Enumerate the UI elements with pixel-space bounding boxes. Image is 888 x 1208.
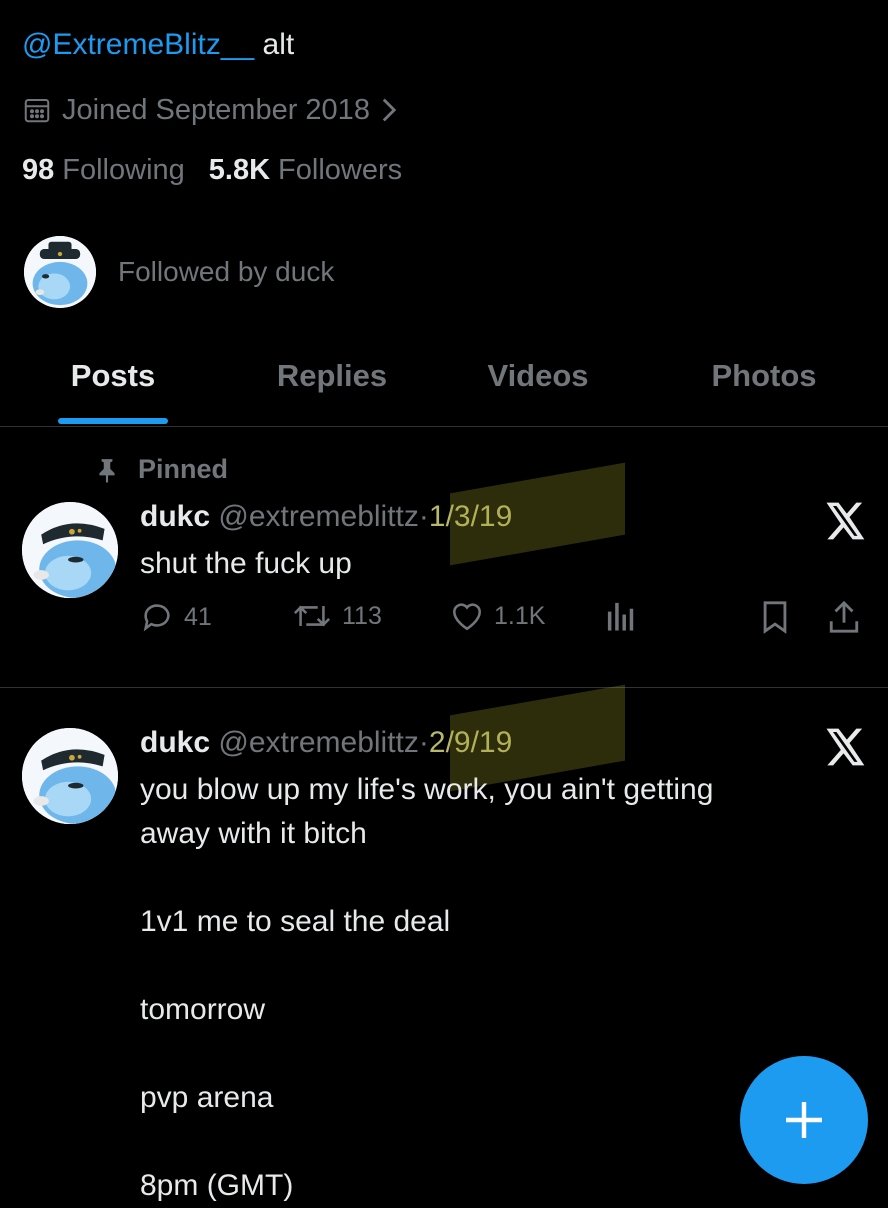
calendar-icon	[24, 99, 50, 123]
plus-icon	[786, 1102, 822, 1138]
analytics-icon	[607, 602, 634, 631]
repost-icon	[293, 605, 331, 627]
profile-tabs: Posts Replies Videos Photos	[0, 340, 888, 427]
tab-videos[interactable]: Videos	[487, 358, 588, 394]
joined-date[interactable]: Joined September 2018	[22, 90, 408, 130]
follow-stats: 98 Following 5.8K Followers	[22, 154, 402, 187]
like-count: 1.1K	[494, 601, 546, 630]
author-handle[interactable]: @extremeblittz	[218, 726, 419, 759]
following-count: 98	[22, 154, 55, 186]
chevron-right-icon	[382, 98, 397, 122]
heart-icon	[452, 603, 482, 631]
active-tab-indicator	[58, 418, 168, 424]
bio-text: alt	[254, 28, 295, 61]
tab-posts[interactable]: Posts	[71, 358, 155, 394]
bookmark-icon	[763, 601, 787, 634]
share-button[interactable]	[828, 600, 870, 634]
followers-count: 5.8K	[208, 154, 271, 186]
author-handle[interactable]: @extremeblittz	[218, 500, 419, 533]
post-divider	[0, 687, 888, 688]
followed-by-text: Followed by duck	[118, 256, 335, 287]
pinned-indicator: Pinned	[94, 454, 228, 485]
post-avatar[interactable]	[22, 728, 118, 824]
pinned-label: Pinned	[138, 454, 229, 484]
follower-avatar	[24, 236, 96, 308]
x-logo-icon[interactable]	[826, 502, 866, 545]
post-avatar[interactable]	[22, 502, 118, 598]
reply-count: 41	[184, 602, 212, 631]
views-button[interactable]	[606, 600, 646, 632]
followed-by-row[interactable]: Followed by duck	[24, 236, 334, 308]
profile-bio: @ExtremeBlitz__ alt	[22, 28, 294, 62]
repost-button[interactable]: 113	[292, 600, 382, 632]
separator-dot: ·	[418, 726, 429, 759]
author-name[interactable]: dukc	[140, 726, 210, 759]
followers-label: Followers	[278, 154, 403, 186]
pin-icon	[99, 458, 115, 483]
following-link[interactable]: 98 Following	[22, 154, 185, 187]
share-icon	[829, 600, 859, 633]
repost-count: 113	[342, 601, 382, 630]
bookmark-button[interactable]	[760, 600, 800, 634]
author-name[interactable]: dukc	[140, 500, 210, 533]
separator-dot: ·	[418, 500, 429, 533]
joined-label: Joined September 2018	[62, 93, 370, 126]
tab-photos[interactable]: Photos	[711, 358, 816, 394]
reply-button[interactable]: 41	[140, 600, 212, 634]
compose-button[interactable]	[740, 1056, 868, 1184]
x-logo-icon[interactable]	[826, 728, 866, 771]
post-text: shut the fuck up	[140, 547, 352, 580]
post-text: you blow up my life's work, you ain't ge…	[140, 773, 714, 1202]
reply-icon	[143, 604, 170, 632]
post-actions: 41 113 1.1K	[140, 600, 870, 650]
bio-mention-link[interactable]: @ExtremeBlitz__	[22, 28, 254, 61]
like-button[interactable]: 1.1K	[450, 600, 545, 632]
tab-replies[interactable]: Replies	[277, 358, 387, 394]
followers-link[interactable]: 5.8K Followers	[209, 154, 402, 187]
following-label: Following	[62, 154, 185, 186]
